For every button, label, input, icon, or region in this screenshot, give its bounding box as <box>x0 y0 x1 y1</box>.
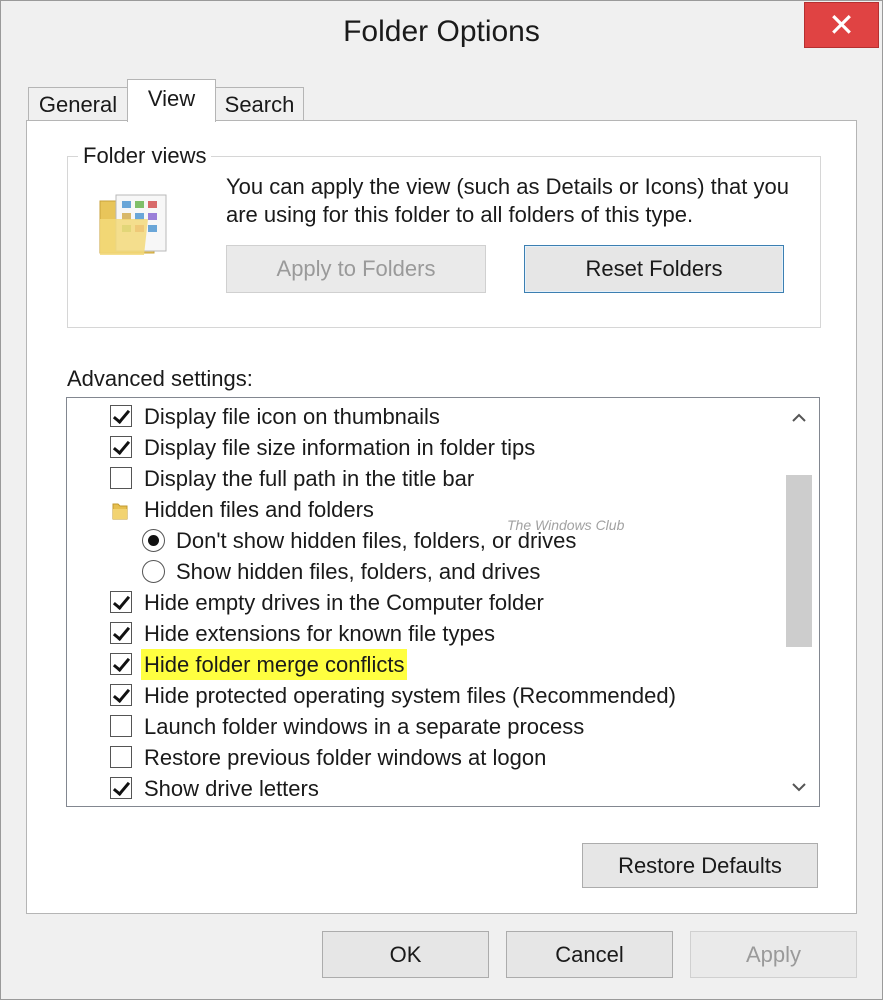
list-item-label: Display the full path in the title bar <box>144 466 475 491</box>
list-item-label: Restore previous folder windows at logon <box>144 745 547 770</box>
radio-button[interactable] <box>142 560 165 583</box>
checkbox[interactable] <box>110 746 132 768</box>
scroll-up-icon[interactable] <box>780 402 818 432</box>
folder-views-group: Folder views You can apply the view (suc… <box>67 143 821 328</box>
checkbox[interactable] <box>110 715 132 737</box>
tab-general[interactable]: General <box>28 87 128 121</box>
tab-search[interactable]: Search <box>215 87 304 121</box>
list-item-label: Launch folder windows in a separate proc… <box>144 714 585 739</box>
folder-options-window: Folder Options ✕ General View Search Fol… <box>0 0 883 1000</box>
tab-view[interactable]: View <box>127 79 216 122</box>
checkbox[interactable] <box>110 436 132 458</box>
list-item-label: Show drive letters <box>144 776 319 801</box>
checkbox[interactable] <box>110 467 132 489</box>
list-item-label: Hide folder merge conflicts <box>141 649 408 680</box>
view-tab-panel: Folder views You can apply the view (suc… <box>26 120 857 914</box>
watermark-text: The Windows Club <box>507 517 625 533</box>
list-item-label: Display file icon on thumbnails <box>144 404 440 429</box>
reset-folders-button[interactable]: Reset Folders <box>524 245 784 293</box>
cancel-button[interactable]: Cancel <box>506 931 673 978</box>
folder-views-icon <box>98 191 170 261</box>
close-button[interactable]: ✕ <box>804 2 879 48</box>
list-item-label: Hide protected operating system files (R… <box>144 683 676 708</box>
apply-to-folders-button[interactable]: Apply to Folders <box>226 245 486 293</box>
vertical-scrollbar[interactable] <box>780 398 818 806</box>
scroll-thumb[interactable] <box>786 475 812 647</box>
close-icon: ✕ <box>828 7 855 43</box>
list-item-label: Hide empty drives in the Computer folder <box>144 590 544 615</box>
checkbox[interactable] <box>110 684 132 706</box>
folder-views-legend: Folder views <box>78 143 212 169</box>
apply-button[interactable]: Apply <box>690 931 857 978</box>
advanced-settings-label: Advanced settings: <box>67 366 253 391</box>
checkbox[interactable] <box>110 653 132 675</box>
list-item-label: Hidden files and folders <box>144 497 374 522</box>
folder-views-description: You can apply the view (such as Details … <box>226 174 789 227</box>
checkbox[interactable] <box>110 591 132 613</box>
checkbox[interactable] <box>110 405 132 427</box>
advanced-settings-list[interactable]: Display file icon on thumbnails Display … <box>66 397 820 807</box>
checkbox[interactable] <box>110 622 132 644</box>
radio-button[interactable] <box>142 529 165 552</box>
list-item-label: Show hidden files, folders, and drives <box>176 559 541 584</box>
list-item-label: Hide extensions for known file types <box>144 621 495 646</box>
window-title: Folder Options <box>343 15 540 48</box>
checkbox[interactable] <box>110 777 132 799</box>
ok-button[interactable]: OK <box>322 931 489 978</box>
scroll-down-icon[interactable] <box>780 771 818 801</box>
title-bar: Folder Options ✕ <box>1 1 882 63</box>
list-item-label: Display file size information in folder … <box>144 435 536 460</box>
restore-defaults-button[interactable]: Restore Defaults <box>582 843 818 888</box>
folder-icon <box>109 499 131 521</box>
